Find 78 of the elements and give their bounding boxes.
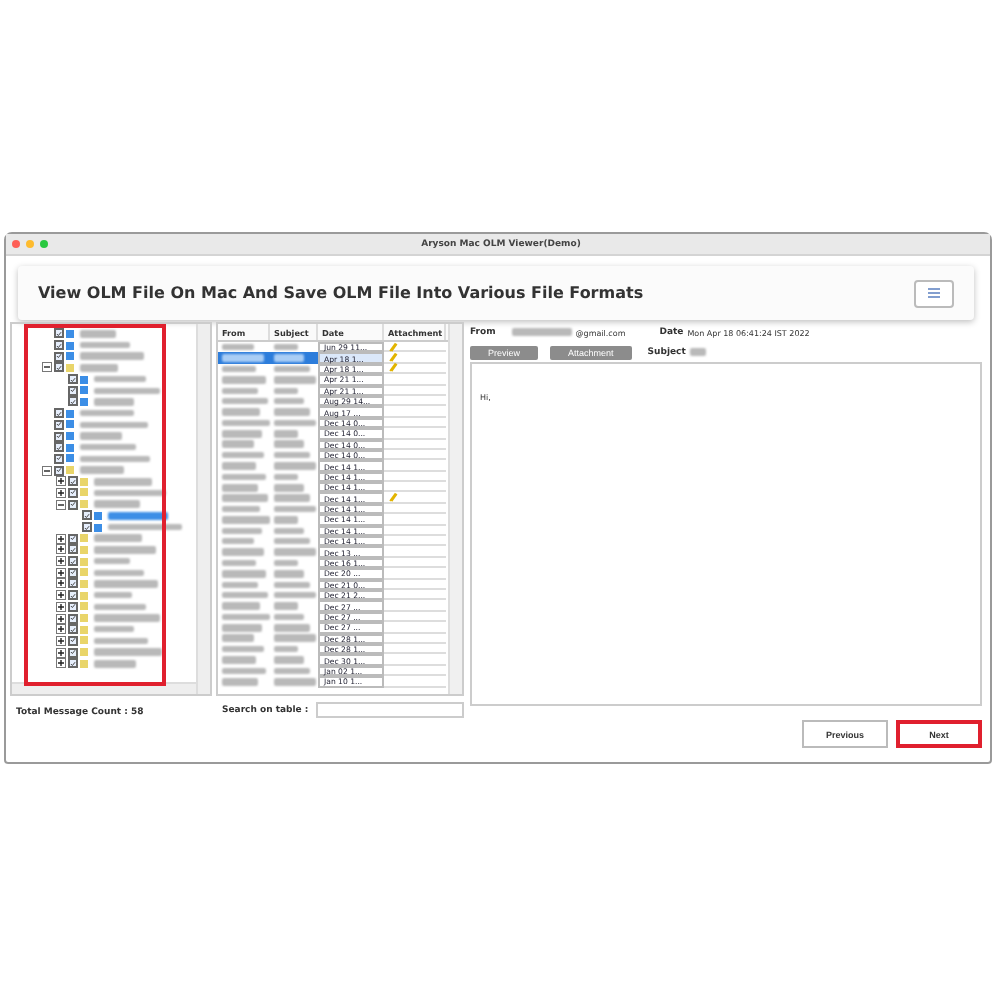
blurred-text (274, 667, 310, 675)
blurred-text (274, 343, 298, 351)
checkbox[interactable] (54, 408, 64, 419)
search-field[interactable] (316, 702, 464, 718)
checkbox[interactable] (54, 465, 64, 476)
expand-icon[interactable] (56, 624, 66, 635)
blurred-text (274, 548, 316, 556)
vertical-scrollbar[interactable] (448, 324, 462, 694)
checkbox[interactable] (54, 442, 64, 453)
blurred-text (274, 451, 310, 459)
checkbox[interactable] (54, 419, 64, 430)
expand-icon[interactable] (56, 476, 66, 487)
checkbox[interactable] (68, 601, 78, 612)
blurred-text (274, 613, 304, 621)
expand-icon[interactable] (56, 567, 66, 578)
collapse-icon[interactable] (42, 465, 52, 476)
expand-icon[interactable] (56, 647, 66, 658)
expand-icon[interactable] (56, 590, 66, 601)
blurred-text (274, 559, 298, 567)
blurred-text (274, 376, 316, 384)
checkbox[interactable] (54, 328, 64, 339)
checkbox[interactable] (54, 351, 64, 362)
checkbox[interactable] (68, 533, 78, 544)
checkbox[interactable] (68, 635, 78, 646)
checkbox[interactable] (68, 647, 78, 658)
checkbox[interactable] (68, 578, 78, 589)
expand-icon[interactable] (56, 578, 66, 589)
header-title: View OLM File On Mac And Save OLM File Into Various File Formats (38, 284, 644, 302)
blurred-text (274, 462, 316, 470)
blurred-text (274, 354, 304, 362)
blurred-text (274, 602, 298, 610)
vertical-scrollbar[interactable] (196, 324, 210, 694)
checkbox[interactable] (54, 340, 64, 351)
checkbox[interactable] (82, 510, 92, 521)
checkbox[interactable] (68, 476, 78, 487)
blurred-text (274, 678, 316, 686)
blurred-text (511, 328, 572, 336)
expand-icon[interactable] (56, 533, 66, 544)
checkbox[interactable] (68, 556, 78, 567)
blurred-text (274, 516, 298, 524)
checkbox[interactable] (68, 544, 78, 555)
checkbox[interactable] (68, 499, 78, 510)
blurred-text (274, 387, 298, 394)
expand-icon[interactable] (56, 487, 66, 498)
blurred-text (274, 397, 304, 405)
expand-icon[interactable] (56, 556, 66, 567)
collapse-icon[interactable] (42, 362, 52, 373)
checkbox[interactable] (68, 374, 78, 385)
blurred-text (274, 505, 316, 513)
checkbox[interactable] (68, 624, 78, 635)
checkbox[interactable] (54, 431, 64, 442)
blurred-text (274, 473, 298, 481)
checkbox[interactable] (68, 590, 78, 601)
checkbox[interactable] (68, 487, 78, 498)
expand-icon[interactable] (56, 635, 66, 646)
blurred-text (274, 365, 310, 373)
checkbox[interactable] (68, 567, 78, 578)
folder-icon (66, 363, 74, 372)
checkbox[interactable] (54, 362, 64, 373)
checkbox[interactable] (54, 453, 64, 464)
checkbox[interactable] (82, 522, 92, 533)
blurred-text (689, 348, 706, 356)
checkbox[interactable] (68, 658, 78, 669)
expand-icon[interactable] (56, 601, 66, 612)
checkbox[interactable] (68, 396, 78, 407)
expand-icon[interactable] (56, 613, 66, 624)
menu-button[interactable] (914, 279, 954, 307)
blurred-text (274, 408, 310, 416)
expand-icon[interactable] (56, 544, 66, 555)
menu-icon (928, 288, 940, 298)
expand-icon[interactable] (56, 658, 66, 669)
checkbox[interactable] (68, 385, 78, 396)
blurred-text (274, 656, 304, 664)
collapse-icon[interactable] (56, 499, 66, 510)
checkbox[interactable] (68, 613, 78, 624)
blurred-text (274, 570, 304, 578)
blurred-text (274, 645, 298, 653)
blurred-text (274, 419, 316, 427)
